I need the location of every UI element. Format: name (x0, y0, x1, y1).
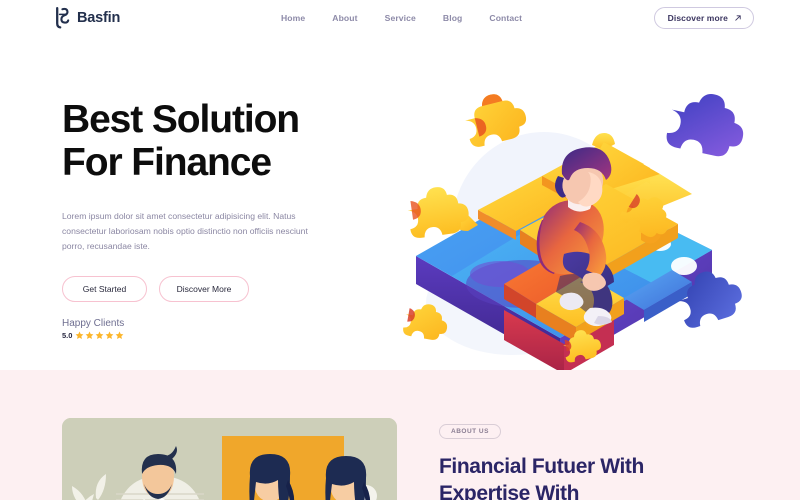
star-icon (86, 331, 94, 339)
hero-paragraph: Lorem ipsum dolor sit amet consectetur a… (62, 211, 308, 251)
nav-item-service[interactable]: Service (385, 13, 416, 23)
header-cta-label: Discover more (667, 13, 728, 23)
star-icon (76, 331, 84, 339)
hero-copy: Best Solution For Finance Lorem ipsum do… (62, 36, 362, 340)
business-team-illustration (62, 418, 397, 500)
rating-label: Happy Clients (62, 318, 125, 329)
basfin-monogram-icon (56, 7, 70, 29)
star-icon (96, 331, 104, 339)
brand-name: Basfin (77, 10, 121, 26)
rating-stars (75, 331, 124, 340)
get-started-button[interactable]: Get Started (62, 276, 147, 302)
arrow-up-right-icon (735, 15, 741, 21)
brand-logo[interactable]: Basfin (54, 7, 120, 29)
hero-title-line2: For Finance (62, 141, 272, 184)
hero-title-line1: Best Solution (62, 98, 300, 141)
about-copy: ABOUT US Financial Futuer With Expertise… (439, 420, 644, 500)
star-icon (116, 331, 124, 339)
hero-button-group: Get Started Discover More (62, 276, 362, 302)
rating-score: 5.0 (62, 331, 73, 340)
about-us-badge: ABOUT US (439, 424, 501, 439)
nav-item-blog[interactable]: Blog (443, 13, 463, 23)
main-navigation: Home About Service Blog Contact (281, 0, 522, 36)
about-title-line2: Expertise With (439, 482, 580, 500)
site-header: Basfin Home About Service Blog Contact D… (0, 0, 800, 36)
nav-item-contact[interactable]: Contact (489, 13, 522, 23)
discover-more-button[interactable]: Discover More (159, 276, 249, 302)
header-discover-more-button[interactable]: Discover more (653, 7, 754, 29)
nav-item-about[interactable]: About (332, 13, 357, 23)
about-image-card (62, 418, 397, 500)
about-title-line1: Financial Futuer With (439, 455, 644, 478)
hero-illustration (392, 88, 792, 378)
star-icon (106, 331, 114, 339)
hero-title: Best Solution For Finance (62, 98, 362, 184)
rating-row: 5.0 (62, 331, 362, 340)
happy-clients-rating: Happy Clients 5.0 (62, 318, 362, 340)
about-section: ABOUT US Financial Futuer With Expertise… (0, 370, 800, 500)
hero-section: Best Solution For Finance Lorem ipsum do… (0, 36, 800, 374)
nav-item-home[interactable]: Home (281, 13, 305, 23)
about-title: Financial Futuer With Expertise With (439, 453, 644, 500)
